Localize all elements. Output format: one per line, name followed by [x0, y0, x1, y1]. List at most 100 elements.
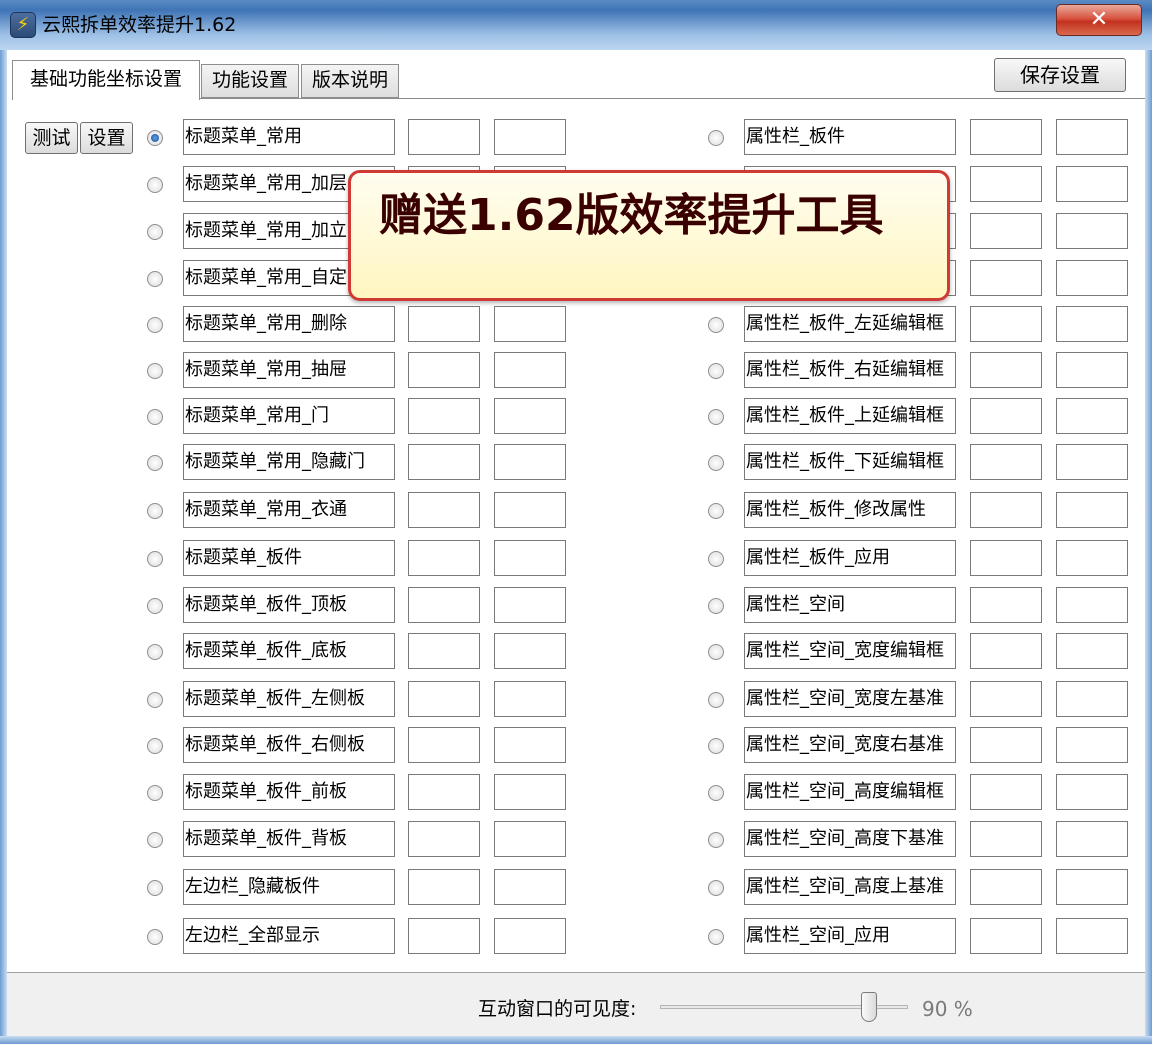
right-row-coord-y-input[interactable] [1056, 681, 1128, 717]
right-row-coord-x-input[interactable] [970, 774, 1042, 810]
right-row-radio[interactable] [708, 409, 724, 425]
left-row-coord-y-input[interactable] [494, 352, 566, 388]
left-row-coord-x-input[interactable] [408, 398, 480, 434]
right-row-coord-x-input[interactable] [970, 166, 1042, 202]
left-row-radio[interactable] [147, 598, 163, 614]
right-row-radio[interactable] [708, 551, 724, 567]
right-row-coord-y-input[interactable] [1056, 492, 1128, 528]
left-row-radio[interactable] [147, 409, 163, 425]
left-row-radio[interactable] [147, 738, 163, 754]
visibility-slider-thumb[interactable] [861, 992, 877, 1022]
right-row-radio[interactable] [708, 929, 724, 945]
left-row-coord-x-input[interactable] [408, 633, 480, 669]
left-row-coord-x-input[interactable] [408, 352, 480, 388]
left-row-coord-y-input[interactable] [494, 587, 566, 623]
right-row-coord-y-input[interactable] [1056, 213, 1128, 249]
left-row-coord-y-input[interactable] [494, 681, 566, 717]
right-row-coord-x-input[interactable] [970, 821, 1042, 857]
left-row-radio[interactable] [147, 130, 163, 146]
right-row-radio[interactable] [708, 455, 724, 471]
left-row-radio[interactable] [147, 455, 163, 471]
right-row-radio[interactable] [708, 692, 724, 708]
right-row-coord-x-input[interactable] [970, 587, 1042, 623]
left-row-radio[interactable] [147, 224, 163, 240]
left-row-coord-x-input[interactable] [408, 587, 480, 623]
right-row-coord-y-input[interactable] [1056, 918, 1128, 954]
right-row-radio[interactable] [708, 644, 724, 660]
right-row-coord-x-input[interactable] [970, 306, 1042, 342]
right-row-coord-y-input[interactable] [1056, 398, 1128, 434]
right-row-coord-y-input[interactable] [1056, 119, 1128, 155]
left-row-coord-y-input[interactable] [494, 492, 566, 528]
left-row-coord-y-input[interactable] [494, 774, 566, 810]
left-row-radio[interactable] [147, 177, 163, 193]
test-button[interactable]: 测试 [25, 122, 78, 154]
right-row-coord-x-input[interactable] [970, 633, 1042, 669]
left-row-coord-y-input[interactable] [494, 869, 566, 905]
left-row-coord-y-input[interactable] [494, 633, 566, 669]
right-row-coord-y-input[interactable] [1056, 821, 1128, 857]
left-row-coord-x-input[interactable] [408, 119, 480, 155]
left-row-radio[interactable] [147, 503, 163, 519]
left-row-coord-x-input[interactable] [408, 540, 480, 576]
right-row-coord-x-input[interactable] [970, 540, 1042, 576]
right-row-radio[interactable] [708, 598, 724, 614]
right-row-coord-y-input[interactable] [1056, 444, 1128, 480]
right-row-coord-y-input[interactable] [1056, 306, 1128, 342]
right-row-coord-x-input[interactable] [970, 918, 1042, 954]
left-row-radio[interactable] [147, 551, 163, 567]
right-row-radio[interactable] [708, 738, 724, 754]
left-row-coord-y-input[interactable] [494, 918, 566, 954]
left-row-coord-x-input[interactable] [408, 492, 480, 528]
left-row-radio[interactable] [147, 929, 163, 945]
left-row-radio[interactable] [147, 832, 163, 848]
tab-basic-coordinates[interactable]: 基础功能坐标设置 [12, 60, 200, 100]
left-row-coord-y-input[interactable] [494, 306, 566, 342]
right-row-coord-x-input[interactable] [970, 398, 1042, 434]
right-row-coord-x-input[interactable] [970, 727, 1042, 763]
right-row-coord-x-input[interactable] [970, 213, 1042, 249]
left-row-radio[interactable] [147, 644, 163, 660]
right-row-radio[interactable] [708, 503, 724, 519]
left-row-coord-y-input[interactable] [494, 727, 566, 763]
right-row-coord-y-input[interactable] [1056, 727, 1128, 763]
right-row-coord-y-input[interactable] [1056, 166, 1128, 202]
right-row-radio[interactable] [708, 130, 724, 146]
right-row-coord-x-input[interactable] [970, 352, 1042, 388]
left-row-coord-x-input[interactable] [408, 306, 480, 342]
left-row-coord-x-input[interactable] [408, 869, 480, 905]
tab-version-notes[interactable]: 版本说明 [301, 64, 399, 98]
set-button[interactable]: 设置 [80, 122, 133, 154]
right-row-coord-y-input[interactable] [1056, 540, 1128, 576]
left-row-coord-y-input[interactable] [494, 398, 566, 434]
right-row-coord-y-input[interactable] [1056, 587, 1128, 623]
right-row-coord-y-input[interactable] [1056, 260, 1128, 296]
left-row-radio[interactable] [147, 317, 163, 333]
left-row-coord-x-input[interactable] [408, 918, 480, 954]
left-row-coord-x-input[interactable] [408, 821, 480, 857]
right-row-coord-x-input[interactable] [970, 444, 1042, 480]
right-row-coord-x-input[interactable] [970, 681, 1042, 717]
save-settings-button[interactable]: 保存设置 [994, 58, 1126, 92]
right-row-radio[interactable] [708, 880, 724, 896]
right-row-coord-x-input[interactable] [970, 869, 1042, 905]
left-row-coord-x-input[interactable] [408, 444, 480, 480]
left-row-radio[interactable] [147, 271, 163, 287]
right-row-radio[interactable] [708, 832, 724, 848]
right-row-radio[interactable] [708, 363, 724, 379]
left-row-coord-x-input[interactable] [408, 681, 480, 717]
right-row-radio[interactable] [708, 785, 724, 801]
left-row-radio[interactable] [147, 692, 163, 708]
left-row-radio[interactable] [147, 785, 163, 801]
left-row-coord-y-input[interactable] [494, 444, 566, 480]
right-row-coord-x-input[interactable] [970, 492, 1042, 528]
close-button[interactable]: ✕ [1056, 4, 1142, 36]
right-row-coord-y-input[interactable] [1056, 352, 1128, 388]
left-row-radio[interactable] [147, 880, 163, 896]
left-row-radio[interactable] [147, 363, 163, 379]
right-row-radio[interactable] [708, 317, 724, 333]
right-row-coord-y-input[interactable] [1056, 633, 1128, 669]
left-row-coord-x-input[interactable] [408, 727, 480, 763]
right-row-coord-x-input[interactable] [970, 260, 1042, 296]
right-row-coord-y-input[interactable] [1056, 869, 1128, 905]
